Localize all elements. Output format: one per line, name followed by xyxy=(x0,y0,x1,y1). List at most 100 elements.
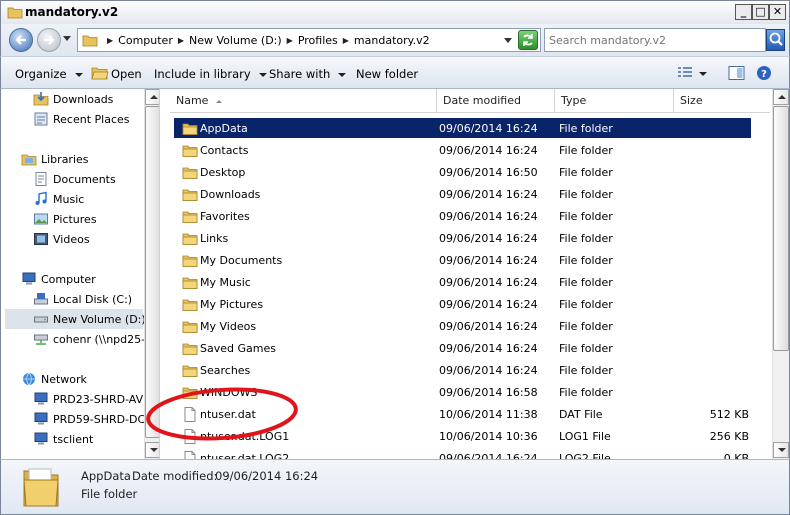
nav-item-libraries[interactable]: Libraries xyxy=(21,149,89,169)
table-row[interactable]: ntuser.dat 10/06/2014 11:38 DAT File 512 KB xyxy=(174,404,751,424)
table-row[interactable]: Searches 09/06/2014 16:24 File folder xyxy=(174,360,751,380)
nav-item-label: Libraries xyxy=(41,152,89,166)
search-button[interactable] xyxy=(766,29,785,51)
chevron-down-icon[interactable] xyxy=(504,38,512,43)
view-options-icon[interactable] xyxy=(677,66,693,80)
refresh-button[interactable] xyxy=(518,30,538,50)
breadcrumb-profiles[interactable]: Profiles xyxy=(298,34,338,47)
file-date: 10/06/2014 11:38 xyxy=(439,408,538,421)
nav-item-tsclient[interactable]: tsclient xyxy=(33,429,93,449)
column-date-modified[interactable]: Date modified xyxy=(437,89,555,113)
table-row[interactable]: Contacts 09/06/2014 16:24 File folder xyxy=(174,140,751,160)
breadcrumb: ▶ Computer ▶ New Volume (D:) ▶ Profiles … xyxy=(102,29,430,51)
close-button[interactable]: ✕ xyxy=(769,4,786,20)
table-row[interactable]: Favorites 09/06/2014 16:24 File folder xyxy=(174,206,751,226)
search-input[interactable] xyxy=(549,30,759,50)
scroll-up-button[interactable] xyxy=(145,89,159,105)
table-row[interactable]: My Videos 09/06/2014 16:24 File folder xyxy=(174,316,751,336)
file-type: LOG2 File xyxy=(559,452,611,459)
nav-item-label: Pictures xyxy=(53,212,97,226)
include-in-library-menu[interactable]: Include in library xyxy=(154,67,267,81)
nav-item-pictures[interactable]: Pictures xyxy=(33,209,97,229)
maximize-button[interactable]: □ xyxy=(752,4,769,20)
file-list-scrollbar[interactable] xyxy=(772,89,789,459)
nav-item-recent-places[interactable]: Recent Places xyxy=(33,109,130,129)
nav-item-label: tsclient xyxy=(53,432,94,446)
file-type: File folder xyxy=(559,144,613,157)
table-row[interactable]: My Pictures 09/06/2014 16:24 File folder xyxy=(174,294,751,314)
table-row[interactable]: Saved Games 09/06/2014 16:24 File folder xyxy=(174,338,751,358)
nav-item-label: Local Disk (C:) xyxy=(53,292,133,306)
nav-item-prd59[interactable]: PRD59-SHRD-DC xyxy=(33,409,145,429)
table-row[interactable]: WINDOWS 09/06/2014 16:58 File folder xyxy=(174,382,751,402)
table-row[interactable]: Downloads 09/06/2014 16:24 File folder xyxy=(174,184,751,204)
open-button[interactable]: Open xyxy=(111,67,142,81)
file-name: WINDOWS xyxy=(200,386,258,399)
file-date: 09/06/2014 16:24 xyxy=(439,122,538,135)
new-folder-button[interactable]: New folder xyxy=(356,67,418,81)
breadcrumb-computer[interactable]: Computer xyxy=(118,34,173,47)
chevron-right-icon[interactable]: ▶ xyxy=(178,36,184,45)
table-row[interactable]: ntuser.dat.LOG1 10/06/2014 10:36 LOG1 File… xyxy=(174,426,751,446)
folder-icon xyxy=(23,468,59,507)
file-type: File folder xyxy=(559,386,613,399)
nav-item-network-drive[interactable]: cohenr (\\npd25-sh xyxy=(33,329,158,349)
column-date-label: Date modified xyxy=(443,94,521,107)
breadcrumb-new-volume[interactable]: New Volume (D:) xyxy=(189,34,282,47)
nav-item-documents[interactable]: Documents xyxy=(33,169,116,189)
details-type: File folder xyxy=(81,487,138,501)
nav-item-network[interactable]: Network xyxy=(21,369,87,389)
include-label: Include in library xyxy=(154,67,251,81)
file-date: 09/06/2014 16:24 xyxy=(439,210,538,223)
organize-menu[interactable]: Organize xyxy=(15,67,83,81)
scroll-up-button[interactable] xyxy=(773,89,789,105)
table-row[interactable]: My Music 09/06/2014 16:24 File folder xyxy=(174,272,751,292)
forward-button[interactable] xyxy=(37,28,61,52)
help-icon[interactable]: ? xyxy=(756,65,772,81)
chevron-right-icon[interactable]: ▶ xyxy=(287,36,293,45)
scroll-thumb[interactable] xyxy=(773,106,789,351)
table-row[interactable]: Links 09/06/2014 16:24 File folder xyxy=(174,228,751,248)
table-row[interactable]: AppData 09/06/2014 16:24 File folder xyxy=(174,118,751,138)
nav-item-downloads[interactable]: Downloads xyxy=(33,89,113,109)
nav-item-prd23[interactable]: PRD23-SHRD-AV xyxy=(33,389,143,409)
chevron-right-icon[interactable]: ▶ xyxy=(107,36,113,45)
nav-item-new-volume[interactable]: New Volume (D:) xyxy=(5,309,146,329)
file-name: Saved Games xyxy=(200,342,276,355)
preview-pane-icon[interactable] xyxy=(728,65,745,81)
nav-item-local-disk[interactable]: Local Disk (C:) xyxy=(33,289,132,309)
chevron-right-icon[interactable]: ▶ xyxy=(343,36,349,45)
chevron-down-icon[interactable] xyxy=(699,72,707,76)
file-size: 0 KB xyxy=(723,452,749,459)
file-date: 09/06/2014 16:24 xyxy=(439,276,538,289)
scroll-down-button[interactable] xyxy=(773,442,789,458)
column-type[interactable]: Type xyxy=(555,89,674,113)
address-bar[interactable]: ▶ Computer ▶ New Volume (D:) ▶ Profiles … xyxy=(77,28,541,52)
scroll-thumb[interactable] xyxy=(145,106,159,438)
back-button[interactable] xyxy=(9,28,33,52)
search-box[interactable] xyxy=(544,28,766,52)
minimize-button[interactable]: _ xyxy=(735,4,752,20)
file-size: 512 KB xyxy=(709,408,749,421)
nav-item-music[interactable]: Music xyxy=(33,189,84,209)
file-type: File folder xyxy=(559,254,613,267)
folder-icon xyxy=(182,123,198,135)
share-with-menu[interactable]: Share with xyxy=(269,67,347,81)
table-row[interactable]: Desktop 09/06/2014 16:50 File folder xyxy=(174,162,751,182)
scroll-down-button[interactable] xyxy=(145,442,159,458)
file-size: 256 KB xyxy=(709,430,749,443)
nav-scrollbar[interactable] xyxy=(144,89,159,459)
table-row[interactable]: My Documents 09/06/2014 16:24 File folder xyxy=(174,250,751,270)
recent-pages-dropdown-icon[interactable] xyxy=(63,36,71,42)
folder-icon xyxy=(7,7,23,19)
breadcrumb-mandatory[interactable]: mandatory.v2 xyxy=(354,34,430,47)
nav-item-videos[interactable]: Videos xyxy=(33,229,90,249)
file-date: 09/06/2014 16:24 xyxy=(439,452,538,459)
nav-item-computer[interactable]: Computer xyxy=(21,269,96,289)
column-name[interactable]: Name xyxy=(170,89,437,113)
table-row[interactable]: ntuser.dat.LOG2 09/06/2014 16:24 LOG2 File… xyxy=(174,448,751,459)
column-size[interactable]: Size xyxy=(674,89,770,113)
file-type: File folder xyxy=(559,320,613,333)
file-date: 10/06/2014 10:36 xyxy=(439,430,538,443)
file-name-cell: Contacts xyxy=(182,143,249,158)
